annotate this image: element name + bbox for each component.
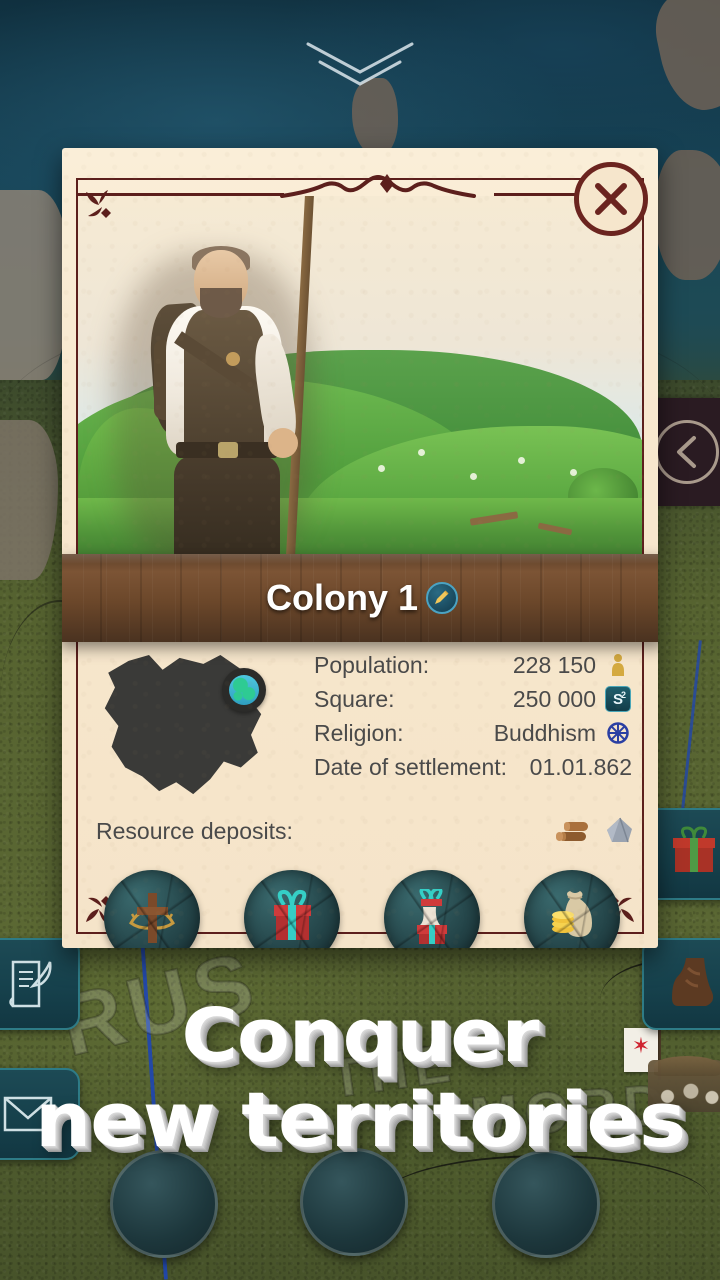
action-disc [524,870,620,948]
sidebar-item-decree[interactable] [0,938,80,1030]
header-rule-left [78,193,284,196]
panel-collapse-strip[interactable] [648,398,720,506]
dharma-wheel-icon [604,721,632,745]
stat-row-date-of-settlement: Date of settlement: 01.01.862 [314,750,632,784]
globe-icon [229,675,259,705]
chevron-left-icon [677,436,696,468]
person-gold-icon [604,653,632,677]
gift-box-icon [274,889,311,940]
bottom-action-button[interactable] [492,1150,600,1258]
resource-deposits-label: Resource deposits: [96,817,293,844]
stat-row-religion: Religion: Buddhism [314,716,632,750]
close-x-icon [595,183,627,215]
action-disc [104,870,200,948]
bottom-action-button[interactable] [110,1150,218,1258]
colony-name: Colony 1 [265,577,418,618]
sidebar-item-mail[interactable] [0,1068,80,1160]
gift-hand-over-icon [417,889,447,944]
stat-row-square: Square: 250 000 S 2 [314,682,632,716]
stat-value: 228 150 [512,651,596,678]
colony-actions: Missionary work Send a gift [88,870,636,948]
pilgrim-character [114,196,320,568]
map-label-mord: MORD [467,1071,674,1152]
app-screen: RUS THE MORD ✶ Colony 1 Population: 228 … [0,0,720,1280]
cross-thorns-icon [129,893,175,943]
stat-value: 01.01.862 [529,753,632,780]
amulet [226,352,240,366]
square-badge-exponent: 2 [620,690,626,700]
stat-value: Buddhism [493,719,596,746]
action-present-a-colony[interactable]: Present a colony [368,870,496,948]
action-send-a-gift[interactable]: Send a gift [228,870,356,948]
territory-thumbnail[interactable] [98,652,268,800]
action-sell-the-colony[interactable]: Sell the colony [508,870,636,948]
resource-icons [556,816,636,846]
boot-icon [672,958,714,1006]
landmass [655,150,720,280]
beard [200,288,242,318]
action-missionary-work[interactable]: Missionary work [88,870,216,948]
page-title: Colony 1 [266,577,458,619]
gift-box-icon [673,826,715,872]
header-flourish-ornament [280,174,476,198]
hand [268,428,298,458]
village-settlement[interactable] [648,1056,720,1112]
wood-logs-icon [556,822,588,841]
legs [174,456,280,568]
stone-icon [607,817,632,843]
resource-deposits-row: Resource deposits: [96,816,636,846]
flower [570,469,577,476]
envelope-icon [3,1096,53,1132]
square-units-badge: S 2 [604,686,632,712]
bottom-action-button[interactable] [300,1148,408,1256]
colony-info-panel: Colony 1 Population: 228 150 Square: 250… [62,148,658,948]
money-bag-coins-icon [552,891,592,937]
colony-title-banner: Colony 1 [62,554,658,642]
flower [418,449,425,456]
sidebar-item-equipment[interactable] [642,938,720,1030]
stat-label: Square: [314,685,395,712]
flower [518,457,525,464]
flower [378,465,385,472]
stat-label: Population: [314,651,430,678]
action-disc [384,870,480,948]
stat-label: Date of settlement: [314,753,508,780]
close-button[interactable] [574,162,648,236]
chevron-down-double-icon[interactable] [300,38,420,90]
pencil-edit-icon [435,590,449,604]
stat-row-population: Population: 228 150 [314,648,632,682]
rename-colony-button[interactable] [426,582,458,614]
flower [470,473,477,480]
belt-buckle [218,442,238,458]
landmass [0,190,70,380]
globe-badge[interactable] [222,668,266,712]
panel-collapse-button[interactable] [655,420,719,484]
stat-value: 250 000 [512,685,596,712]
hero-illustration [78,196,642,568]
action-disc [244,870,340,948]
stat-label: Religion: [314,719,404,746]
stats-list: Population: 228 150 Square: 250 000 S 2 … [314,648,632,784]
scroll-quill-icon [9,960,52,1008]
